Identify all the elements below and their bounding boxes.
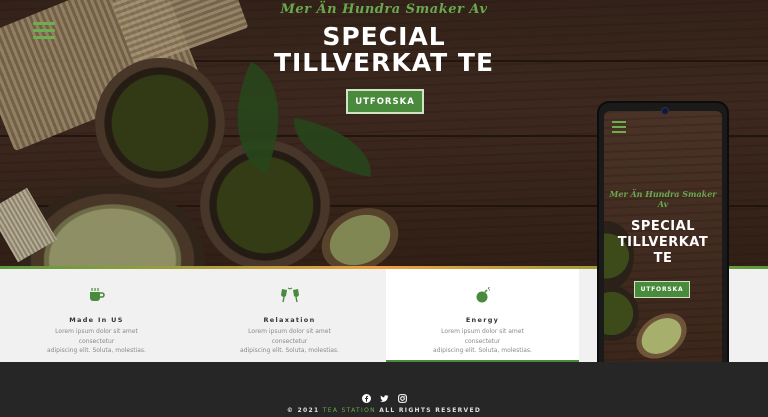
phone-title-line: TILLVERKAT (617, 235, 709, 250)
feature-text-line: Lorem ipsum dolor sit amet consectetur (441, 328, 524, 345)
phone-title-line: SPECIAL (631, 219, 695, 234)
feature-card-active: Energy Lorem ipsum dolor sit amet consec… (386, 269, 579, 362)
instagram-icon[interactable] (397, 388, 407, 403)
phone-hero-title: SPECIAL TILLVERKAT TE (604, 219, 722, 267)
phone-camera (661, 107, 669, 115)
feature-title: Made In US (69, 316, 124, 324)
copyright-text: © 2021 TEA STATION ALL RIGHTS RESERVED (0, 407, 768, 414)
hero-title-line: TILLVERKAT TE (273, 48, 495, 77)
phone-hamburger-menu-icon[interactable] (612, 121, 626, 133)
facebook-icon[interactable] (361, 388, 371, 403)
feature-text-line: adipiscing elit. Soluta, molestias. (240, 347, 339, 354)
feature-text-line: Lorem ipsum dolor sit amet consectetur (55, 328, 138, 345)
feature-card: Made In US Lorem ipsum dolor sit amet co… (0, 269, 193, 362)
feature-text: Lorem ipsum dolor sit amet consectetur a… (233, 327, 346, 356)
phone-title-line: TE (653, 251, 673, 266)
feature-title: Energy (465, 316, 500, 324)
hero-subtitle: Mer Än Hundra Smaker Av (280, 2, 488, 17)
toast-glasses-icon (193, 287, 386, 305)
feature-card: Relaxation Lorem ipsum dolor sit amet co… (193, 269, 386, 362)
feature-text-line: adipiscing elit. Soluta, molestias. (433, 347, 532, 354)
twitter-icon[interactable] (379, 388, 389, 402)
brand-name: TEA STATION (322, 407, 376, 414)
copyright-suffix: ALL RIGHTS RESERVED (379, 407, 482, 414)
hero-title: SPECIAL TILLVERKAT TE (0, 24, 768, 76)
copyright-prefix: © 2021 (286, 407, 320, 414)
feature-text-line: Lorem ipsum dolor sit amet consectetur (248, 328, 331, 345)
feature-text: Lorem ipsum dolor sit amet consectetur a… (40, 327, 153, 356)
phone-mockup: Mer Än Hundra Smaker Av SPECIAL TILLVERK… (597, 101, 729, 374)
explore-button[interactable]: UTFORSKA (346, 89, 424, 114)
social-links (0, 388, 768, 403)
coffee-cup-icon (0, 287, 193, 305)
hero-title-line: SPECIAL (322, 22, 446, 51)
phone-screen: Mer Än Hundra Smaker Av SPECIAL TILLVERK… (604, 111, 722, 365)
footer: © 2021 TEA STATION ALL RIGHTS RESERVED (0, 362, 768, 417)
phone-hero-subtitle: Mer Än Hundra Smaker Av (609, 189, 717, 209)
phone-explore-button[interactable]: UTFORSKA (634, 281, 690, 298)
feature-text-line: adipiscing elit. Soluta, molestias. (47, 347, 146, 354)
feature-text: Lorem ipsum dolor sit amet consectetur a… (426, 327, 539, 356)
feature-title: Relaxation (263, 316, 316, 324)
bomb-icon (386, 287, 579, 305)
